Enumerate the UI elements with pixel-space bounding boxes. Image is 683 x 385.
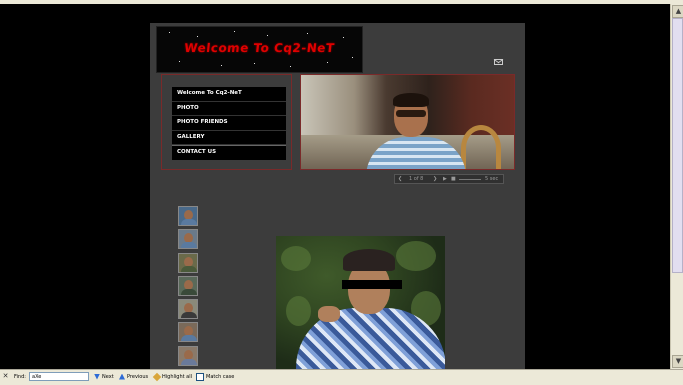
menu-item-photo-friends[interactable]: PHOTO FRIENDS <box>172 116 286 131</box>
navigation-menu: Welcome To Cq2-NeT PHOTO PHOTO FRIENDS G… <box>172 87 286 160</box>
browser-top-edge <box>0 0 683 4</box>
find-label: Find: <box>14 374 26 380</box>
censor-bar <box>342 280 402 289</box>
site-banner: Welcome To Cq2-NeT <box>156 26 363 73</box>
page-content: Welcome To Cq2-NeT Welcome To Cq2-NeT PH… <box>150 23 525 369</box>
banner-title: Welcome To Cq2-NeT <box>183 41 336 55</box>
scroll-up-icon[interactable]: ▲ <box>672 5 683 18</box>
speed-slider[interactable] <box>459 179 481 180</box>
stop-icon[interactable]: ■ <box>451 176 456 183</box>
previous-button[interactable]: Previous <box>119 372 148 382</box>
menu-item-welcome[interactable]: Welcome To Cq2-NeT <box>172 87 286 102</box>
menu-item-gallery[interactable]: GALLERY <box>172 131 286 145</box>
vertical-scrollbar[interactable]: ▲ ▼ <box>670 4 683 369</box>
scroll-down-icon[interactable]: ▼ <box>672 355 683 368</box>
match-case-checkbox[interactable]: Match case <box>196 372 234 382</box>
next-label: Next <box>102 374 114 380</box>
thumbnail[interactable] <box>178 229 198 250</box>
next-icon[interactable]: ❯ <box>433 176 437 183</box>
highlighter-icon <box>152 372 162 381</box>
thumbnail[interactable] <box>178 299 198 320</box>
thumbnail[interactable] <box>178 345 198 366</box>
prev-icon[interactable]: ❮ <box>398 176 402 183</box>
arrow-up-icon <box>119 373 125 380</box>
slide-speed: 5 sec <box>485 176 499 182</box>
gallery-main-photo[interactable] <box>276 236 445 369</box>
menu-item-contact-us[interactable]: CONTACT US <box>172 145 286 160</box>
thumbnail[interactable] <box>178 252 198 273</box>
close-icon[interactable]: ✕ <box>2 373 9 380</box>
slideshow-controls: ❮ 1 of 8 ❯ ▶ ■ 5 sec <box>394 174 504 184</box>
highlight-label: Highlight all <box>162 374 193 380</box>
find-input[interactable] <box>29 372 89 381</box>
thumbnail[interactable] <box>178 206 198 226</box>
thumbnail[interactable] <box>178 322 198 343</box>
match-case-label: Match case <box>206 374 235 380</box>
thumbnail-strip <box>178 206 199 369</box>
find-bar: ✕ Find: Next Previous Highlight all Matc… <box>0 369 683 385</box>
thumbnail[interactable] <box>178 275 198 296</box>
menu-item-photo[interactable]: PHOTO <box>172 102 286 116</box>
highlight-all-button[interactable]: Highlight all <box>152 372 193 382</box>
next-button[interactable]: Next <box>94 372 114 382</box>
navigation-panel: Welcome To Cq2-NeT PHOTO PHOTO FRIENDS G… <box>161 74 292 170</box>
previous-label: Previous <box>127 374 149 380</box>
checkbox-icon[interactable] <box>196 372 204 381</box>
play-icon[interactable]: ▶ <box>443 176 447 183</box>
arrow-down-icon <box>94 373 100 380</box>
slideshow-photo[interactable] <box>300 74 515 170</box>
mail-icon[interactable] <box>494 59 503 65</box>
slide-counter: 1 of 8 <box>409 176 424 182</box>
scrollbar-thumb[interactable] <box>672 18 683 273</box>
